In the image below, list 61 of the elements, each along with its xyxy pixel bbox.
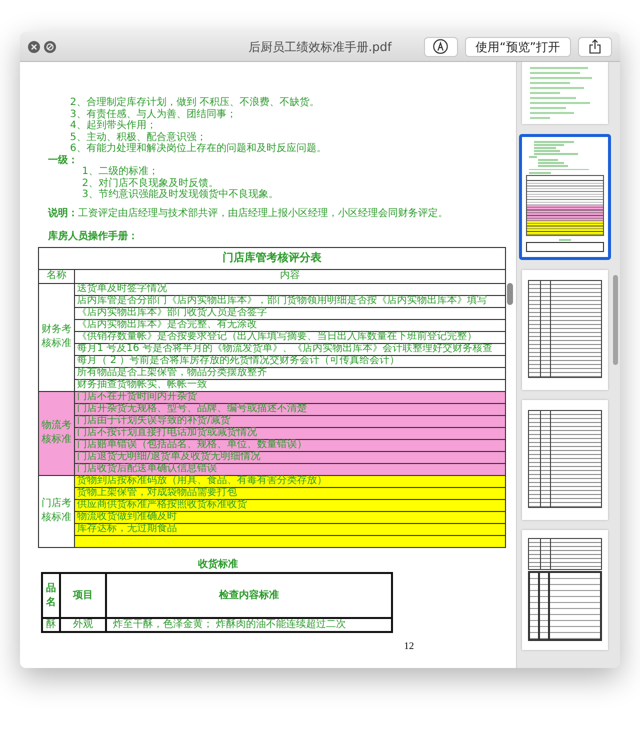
table-cell: 门店开杂货无规格、型号、品牌、编号或描述不清楚 [74, 403, 506, 415]
column-header: 内容 [74, 269, 506, 283]
list-item: 3、有责任感、与人为善、团结同事； [70, 108, 236, 120]
table-cell: 所有物品是否上架保管，物品分类摆放整齐 [74, 367, 506, 379]
list-item: 3、节约意识强能及时发现领货中不良现象。 [82, 189, 278, 200]
category-cell: 物流考核标准 [38, 391, 74, 475]
markup-button[interactable] [424, 36, 458, 56]
table-cell: 门店收货后配送单确认信息错误 [74, 463, 506, 475]
section-heading: 库房人员操作手册： [48, 231, 138, 242]
page-number: 12 [404, 640, 414, 652]
table-cell: 炸至干酥，色泽金黄； 炸酥肉的油不能连续超过二次 [106, 618, 392, 632]
table-title: 门店库管考核评分表 [38, 247, 506, 269]
table-cell: 货物上架保管，对成袋物品需要打包 [74, 487, 506, 499]
category-cell: 财务考核标准 [38, 283, 74, 391]
table-cell: 酥 [42, 618, 60, 632]
list-item: 1、二级的标准； [82, 166, 158, 178]
category-cell: 门店考核标准 [38, 475, 74, 547]
table-cell: 门店不按计划直接打电话加货或减货情况 [74, 427, 506, 439]
page-thumbnail[interactable] [522, 62, 608, 124]
table-cell: 《供销存数量帐》是否按要求登记（出入库填写摘要、当日出入库数量在下班前登记完整） [74, 331, 506, 343]
table-cell: 门店不在开货时间内开杂货 [74, 391, 506, 403]
table-cell: 门店赔单错误（包括品名、规格、单位、数量错误） [74, 439, 506, 451]
list-item: 2、对门店不良现象及时反馈。 [82, 178, 218, 188]
window-title: 后厨员工绩效标准手册.pdf [247, 38, 393, 56]
table-cell: 供应商供货标准严格按照收货标准收货 [74, 499, 506, 511]
table-cell: 物流收货做到准确及时 [74, 511, 506, 523]
table-cell: 财务抽查货物帐实、帐帐一致 [74, 379, 506, 391]
table-cell: 《店内实物出库本》部门收货人员是否签字 [74, 307, 506, 319]
table-cell: 店内库管是否分部门《店内实物出库本》，部门货物领用明细是否按《店内实物出库本》填写 [74, 295, 506, 307]
page-thumbnail[interactable] [522, 270, 608, 390]
table-cell: 货物到店按标准码放（用具、食品、有毒有害分类存放） [74, 475, 506, 487]
table-cell: 门店由于计划失误导致的补货/减货 [74, 415, 506, 427]
column-header: 检查内容标准 [106, 573, 392, 618]
pen-circle-icon [433, 39, 448, 54]
table-cell: 每月（ 2 ）号前是否将库房存放的死货情况交财务会计（可传真给会计） [74, 355, 506, 367]
share-icon [589, 39, 601, 54]
note-text: 说明：工资评定由店经理与技术部共评，由店经理上报小区经理，小区经理会同财务评定。 [48, 208, 448, 219]
column-header: 项目 [60, 573, 106, 618]
list-item: 6、有能力处理和解决岗位上存在的问题和及时反应问题。 [70, 143, 326, 154]
list-item: 4、起到带头作用； [70, 120, 156, 132]
scrollbar-thumb[interactable] [613, 275, 618, 365]
page-thumbnail[interactable] [522, 400, 608, 520]
table-cell: 库存达标，无过期食品 [74, 523, 506, 535]
table-cell: 每月1 号及16 号是否将半月的《物流发货单》、《店内实物出库本》会计联整理好交财务核查 [74, 343, 506, 355]
table-caption: 收货标准 [198, 558, 238, 570]
level-heading: 一级： [48, 154, 78, 166]
column-header: 品名 [42, 573, 60, 618]
table-cell: 《店内实物出库本》是否完整、有无涂改 [74, 319, 506, 331]
page-thumbnail[interactable] [518, 134, 610, 260]
table-cell: 送货单及时签字情况 [74, 283, 506, 295]
list-item: 5、主动、积极、配合意识强； [70, 132, 206, 142]
column-header: 名称 [38, 269, 74, 283]
page-thumbnail[interactable] [522, 530, 608, 650]
open-with-preview-button[interactable]: 使用“预览”打开 [464, 36, 571, 56]
share-button[interactable] [578, 36, 612, 56]
close-icon[interactable] [28, 40, 40, 52]
table-cell: 门店退货无明细/退货单及收货无明细情况 [74, 451, 506, 463]
slash-circle-icon[interactable] [44, 40, 56, 52]
list-item: 2、合理制定库存计划，做到 不积压、不浪费、不缺货。 [70, 97, 320, 108]
table-cell: 外观 [60, 618, 106, 632]
scrollbar-thumb[interactable] [507, 283, 513, 305]
